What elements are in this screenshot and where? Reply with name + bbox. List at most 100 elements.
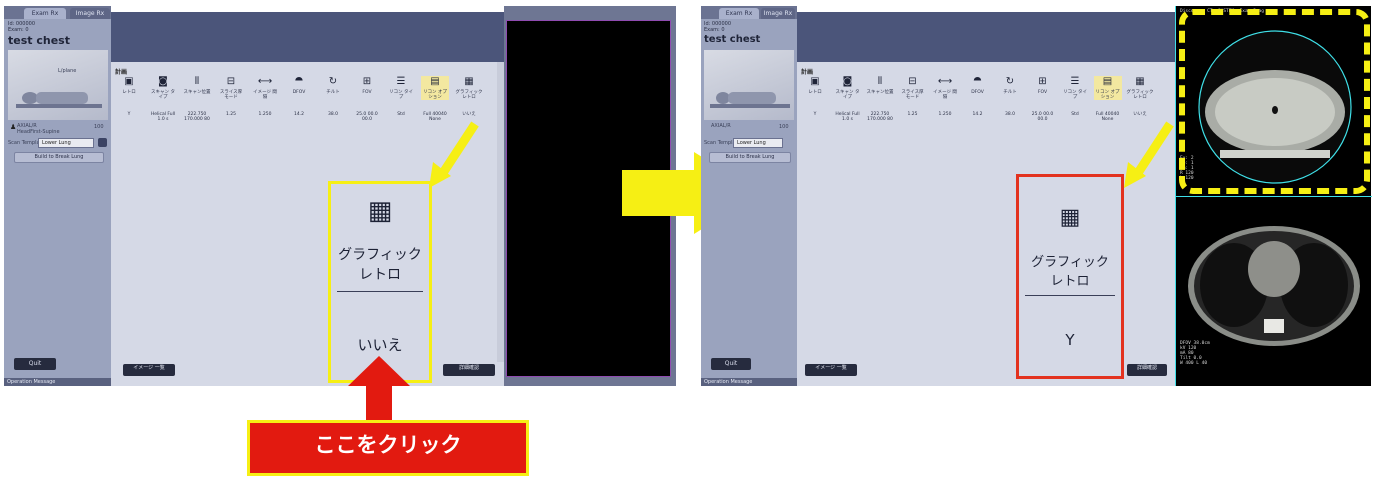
plan-value[interactable]: 222.750 170.000 80 bbox=[183, 112, 211, 122]
dfov-icon: ⯊ bbox=[295, 76, 303, 87]
tool-image-interval[interactable]: ⟷ イメージ 間隔 bbox=[251, 76, 279, 100]
tool-scan-type[interactable]: ◙ スキャン タイプ bbox=[149, 76, 177, 100]
tool-recon-type[interactable]: ☰ リコン タイプ bbox=[1061, 76, 1089, 100]
scan-template-icon[interactable] bbox=[98, 138, 107, 147]
ct-lower-slice bbox=[1188, 226, 1360, 346]
plan-value[interactable]: Y bbox=[115, 112, 143, 117]
tool-label: スライス厚 モード bbox=[901, 90, 924, 100]
status-bar: Operation Message bbox=[701, 378, 797, 386]
build-button[interactable]: Build to Break Lung bbox=[709, 152, 791, 163]
tool-retro[interactable]: ▣ レトロ bbox=[115, 76, 143, 95]
tool-tilt[interactable]: ↻ チルト bbox=[996, 76, 1024, 95]
graphic-retro-zoom-after: ▦ グラフィック レトロ Y bbox=[1016, 174, 1124, 379]
plan-value[interactable]: 14.2 bbox=[285, 112, 313, 117]
exam-number: Exam: 0 bbox=[704, 27, 725, 33]
plan-value[interactable]: 38.0 bbox=[319, 112, 347, 117]
tool-label: スキャン タイプ bbox=[835, 90, 860, 100]
patient-silhouette-icon bbox=[710, 92, 790, 108]
tool-dfov[interactable]: ⯊ DFOV bbox=[964, 76, 992, 95]
status-bar: Operation Message bbox=[4, 378, 111, 386]
recon-type-icon: ☰ bbox=[396, 76, 406, 87]
graphic-retro-icon: ▦ bbox=[367, 196, 393, 226]
plan-value[interactable]: 222.750 170.000 80 bbox=[866, 112, 894, 122]
tool-fov[interactable]: ⊞ FOV bbox=[353, 76, 381, 95]
tool-dfov[interactable]: ⯊ DFOV bbox=[285, 76, 313, 95]
plan-value[interactable]: 25.0 00.0 00.0 bbox=[1029, 112, 1057, 122]
recon-option-icon: ▤ bbox=[430, 76, 440, 87]
image-list-button[interactable]: イメージ 一覧 bbox=[123, 364, 175, 376]
tool-recon-type[interactable]: ☰ リコン タイプ bbox=[387, 76, 415, 100]
tool-label: イメージ 間隔 bbox=[933, 90, 957, 100]
plan-value[interactable]: Full 40040 None bbox=[1094, 112, 1122, 122]
tab-exam-rx[interactable]: Exam Rx bbox=[24, 8, 66, 19]
dfov-icon: ⯊ bbox=[973, 76, 982, 87]
slice-thickness-icon: ⊟ bbox=[226, 76, 236, 87]
quit-button[interactable]: Quit bbox=[711, 358, 751, 370]
tool-retro[interactable]: ▣ レトロ bbox=[801, 76, 829, 95]
plan-value[interactable]: 1.25 bbox=[899, 112, 927, 117]
plan-value[interactable]: 1.250 bbox=[251, 112, 279, 117]
plan-value[interactable]: 38.0 bbox=[996, 112, 1024, 117]
tool-slice-thickness[interactable]: ⊟ スライス厚 モード bbox=[217, 76, 245, 100]
tool-label: レトロ bbox=[122, 90, 136, 95]
patient-row: ♟ AXIAL/R 100 HeadFirst-Supine bbox=[8, 122, 108, 135]
plan-value[interactable]: いいえ bbox=[1126, 112, 1154, 117]
patient-body-image bbox=[704, 50, 794, 120]
tool-scan-position[interactable]: ⫴ スキャン位置 bbox=[183, 76, 211, 95]
fov-icon: ⊞ bbox=[362, 76, 372, 87]
detail-confirm-button[interactable]: 詳細確認 bbox=[443, 364, 495, 376]
plan-value[interactable]: Helical Full 1.0 s bbox=[149, 112, 177, 122]
dialog-header bbox=[797, 12, 1175, 62]
plan-value[interactable]: 25.0 00.0 00.0 bbox=[353, 112, 381, 122]
tool-recon-option[interactable]: ▤ リコン オプション bbox=[421, 76, 449, 100]
quit-button[interactable]: Quit bbox=[14, 358, 56, 370]
scan-template-field[interactable]: Lower Lung bbox=[733, 138, 783, 148]
tilt-icon: ↻ bbox=[1005, 76, 1015, 87]
side-scroll[interactable] bbox=[497, 62, 504, 362]
tool-label: FOV bbox=[362, 90, 372, 95]
scan-type-icon: ◙ bbox=[158, 76, 168, 87]
tool-fov[interactable]: ⊞ FOV bbox=[1029, 76, 1057, 95]
console-left-before: Exam Rx Image Rx Id: 000000 Exam: 0 test… bbox=[4, 6, 111, 386]
tool-label: チルト bbox=[326, 90, 340, 95]
graphic-retro-icon: ▦ bbox=[464, 76, 474, 87]
person-icon: ♟ bbox=[10, 123, 17, 131]
tool-slice-thickness[interactable]: ⊟ スライス厚 モード bbox=[899, 76, 927, 100]
orientation-value: 100 bbox=[779, 124, 789, 130]
scan-template-field[interactable]: Lower Lung bbox=[38, 138, 94, 148]
plan-title: 計画 bbox=[115, 69, 128, 76]
orientation-label: AXIAL/R bbox=[711, 123, 731, 129]
plan-value[interactable]: Std bbox=[387, 112, 415, 117]
graphic-retro-label-line1: グラフィック bbox=[1031, 255, 1109, 270]
tool-scan-type[interactable]: ◙ スキャン タイプ bbox=[834, 76, 862, 100]
build-button[interactable]: Build to Break Lung bbox=[14, 152, 104, 163]
graphic-retro-icon: ▦ bbox=[1135, 76, 1145, 87]
tab-exam-rx[interactable]: Exam Rx bbox=[719, 8, 759, 19]
tool-label: スライス厚 モード bbox=[219, 90, 243, 100]
plan-value[interactable]: 1.250 bbox=[931, 112, 959, 117]
detail-confirm-button[interactable]: 詳細確認 bbox=[1127, 364, 1167, 376]
plan-value[interactable]: Std bbox=[1061, 112, 1089, 117]
tool-label: スキャン位置 bbox=[866, 90, 894, 95]
tab-image-rx[interactable]: Image Rx bbox=[761, 8, 795, 19]
tool-tilt[interactable]: ↻ チルト bbox=[319, 76, 347, 95]
tool-recon-option[interactable]: ▤ リコン オプション bbox=[1093, 76, 1122, 100]
image-list-button[interactable]: イメージ 一覧 bbox=[805, 364, 857, 376]
tool-label: DFOV bbox=[292, 90, 306, 95]
plan-value[interactable]: いいえ bbox=[455, 112, 483, 117]
tool-scan-position[interactable]: ⫴ スキャン位置 bbox=[866, 76, 894, 95]
plan-value[interactable]: Helical Full 1.0 s bbox=[834, 112, 862, 122]
graphic-retro-icon: ▦ bbox=[1059, 205, 1081, 230]
recon-option-icon: ▤ bbox=[1102, 76, 1113, 87]
divider bbox=[337, 291, 423, 292]
tool-image-interval[interactable]: ⟷ イメージ 間隔 bbox=[931, 76, 959, 100]
tool-graphic-retro[interactable]: ▦ グラフィック レトロ bbox=[1126, 76, 1154, 100]
plan-value[interactable]: 14.2 bbox=[964, 112, 992, 117]
yellow-pointer-arrow-after bbox=[1124, 121, 1174, 188]
tool-graphic-retro[interactable]: ▦ グラフィック レトロ bbox=[455, 76, 483, 100]
dialog-header bbox=[111, 12, 504, 62]
plan-value[interactable]: Y bbox=[801, 112, 829, 117]
plan-value[interactable]: 1.25 bbox=[217, 112, 245, 117]
scan-type-icon: ◙ bbox=[842, 76, 853, 87]
tab-image-rx[interactable]: Image Rx bbox=[70, 8, 110, 19]
